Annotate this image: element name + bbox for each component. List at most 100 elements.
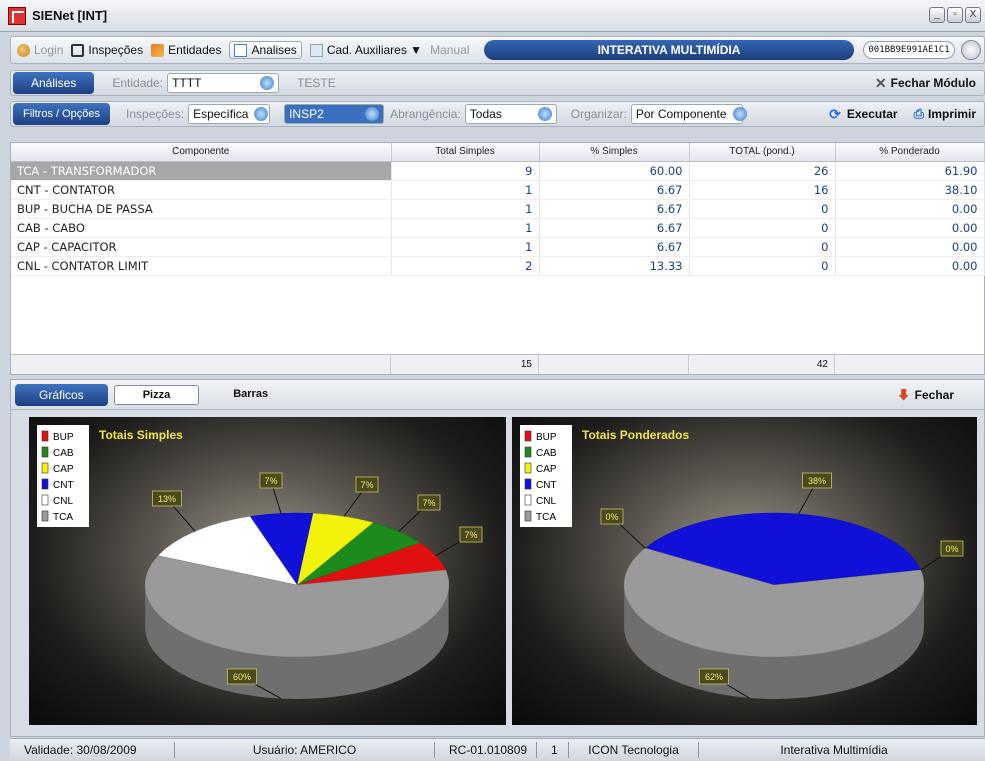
close-module-button[interactable]: ✕ Fechar Módulo: [875, 75, 976, 92]
table-row[interactable]: TCA - TRANSFORMADOR 9 60.00 26 61.90: [11, 161, 985, 181]
total-simples-sum: 15: [391, 355, 539, 374]
data-label: 60%: [233, 672, 251, 682]
close-charts-label: Fechar: [914, 387, 954, 402]
close-charts-button[interactable]: Fechar: [898, 387, 954, 402]
entities-icon: [151, 43, 165, 57]
inspection-code-select[interactable]: INSP2: [284, 104, 385, 124]
entity-value: TTTT: [172, 76, 202, 90]
cell-total-simples: 9: [391, 161, 540, 181]
data-label: 7%: [464, 530, 477, 540]
chart-title: Totais Ponderados: [582, 428, 689, 442]
data-label: 7%: [422, 498, 435, 508]
entity-name: TESTE: [297, 76, 336, 90]
legend-item: CAP: [536, 464, 557, 475]
legend-swatch: [41, 478, 49, 490]
status-company: ICON Tecnologia: [569, 742, 699, 758]
cell-pct-simples: 6.67: [539, 199, 690, 219]
analysis-button[interactable]: Analises: [229, 41, 302, 59]
entity-select[interactable]: TTTT: [167, 73, 280, 93]
table-row[interactable]: CNT - CONTATOR 1 6.67 16 38.10: [11, 180, 985, 200]
cell-pct-ponderado: 0.00: [835, 199, 985, 219]
pie-chart-ponderados-svg: BUP CAB CAP CNT CNL TCA Totais Ponderados 0% 38%…: [520, 425, 964, 699]
inspections-icon: [71, 43, 85, 57]
totals-row: 15 42: [11, 354, 984, 374]
maximize-button[interactable]: ▫: [947, 7, 963, 23]
status-validade: Validade: 30/08/2009: [10, 742, 175, 758]
cell-total-pond: 0: [689, 218, 836, 238]
pie-top: [623, 512, 925, 658]
legend-item: CAB: [53, 448, 74, 459]
status-page: 1: [537, 742, 569, 758]
tab-barras[interactable]: Barras: [205, 385, 296, 405]
status-code: RC-01.010809: [435, 742, 537, 758]
scope-select[interactable]: Todas: [464, 104, 557, 124]
title-bar: SIENet [INT] _ ▫ X: [0, 0, 985, 32]
charts-tabbar: Gráficos Pizza Barras Fechar: [11, 380, 984, 410]
organize-select[interactable]: Por Componente: [630, 104, 747, 124]
legend-swatch: [41, 510, 49, 522]
tab-graficos[interactable]: Gráficos: [15, 383, 108, 406]
legend-swatch: [524, 510, 532, 522]
legend-swatch: [524, 494, 532, 506]
col-header-pct-ponderado[interactable]: % Ponderado: [835, 143, 985, 162]
cell-component: CNT - CONTATOR: [11, 180, 392, 200]
status-product: Interativa Multimídia: [780, 743, 888, 757]
table-row[interactable]: BUP - BUCHA DE PASSA 1 6.67 0 0.00: [11, 199, 985, 219]
cell-component: CAB - CABO: [11, 218, 392, 238]
entities-button[interactable]: Entidades: [151, 43, 221, 57]
cell-pct-ponderado: 38.10: [835, 180, 985, 200]
entity-label: Entidade:: [112, 76, 164, 90]
col-header-total-pond[interactable]: TOTAL (pond.): [689, 143, 836, 162]
status-bar: Validade: 30/08/2009 Usuário: AMERICO RC…: [10, 738, 985, 761]
refresh-icon: ⟳: [829, 105, 841, 122]
pie-chart-ponderados: BUP CAB CAP CNT CNL TCA Totais Ponderados 0% 38%…: [512, 417, 977, 725]
dropdown-arrow-icon: [537, 107, 552, 121]
cell-total-simples: 1: [391, 237, 540, 257]
legend-item: CNL: [53, 496, 73, 507]
table-row[interactable]: CAP - CAPACITOR 1 6.67 0 0.00: [11, 237, 985, 257]
cell-component: CAP - CAPACITOR: [11, 237, 392, 257]
print-button[interactable]: ⎙ Imprimir: [914, 106, 976, 122]
legend-item: CNT: [536, 480, 557, 491]
product-banner: INTERATIVA MULTIMÍDIA: [484, 40, 854, 60]
charts-panel: Gráficos Pizza Barras Fechar BUP CAB CAP CN…: [10, 379, 985, 737]
tab-filters[interactable]: Filtros / Opções: [13, 103, 111, 125]
power-icon[interactable]: [961, 40, 981, 60]
legend-swatch: [524, 478, 532, 490]
cell-pct-ponderado: 0.00: [835, 237, 985, 257]
cell-total-pond: 26: [689, 161, 836, 181]
scope-value: Todas: [469, 107, 502, 121]
legend-item: CAB: [536, 448, 557, 459]
cell-pct-simples: 13.33: [539, 256, 690, 276]
inspections-select[interactable]: Específica: [188, 104, 271, 124]
tab-pizza[interactable]: Pizza: [113, 384, 200, 405]
print-icon: ⎙: [913, 106, 924, 121]
manual-button[interactable]: Manual: [430, 43, 469, 57]
totals-spacer: [539, 355, 689, 374]
legend-item: CNL: [536, 496, 556, 507]
table-header: Componente Total Simples % Simples TOTAL…: [11, 143, 985, 162]
results-grid: Componente Total Simples % Simples TOTAL…: [10, 142, 985, 375]
table-row[interactable]: CAB - CABO 1 6.67 0 0.00: [11, 218, 985, 238]
execute-button[interactable]: ⟳ Executar: [829, 106, 897, 123]
cell-total-pond: 0: [689, 256, 836, 276]
data-label: 0%: [945, 544, 958, 554]
legend-item: TCA: [536, 512, 556, 523]
tab-analises[interactable]: Análises: [13, 72, 95, 94]
results-table: Componente Total Simples % Simples TOTAL…: [11, 143, 985, 276]
cell-total-pond: 16: [689, 180, 836, 200]
col-header-pct-simples[interactable]: % Simples: [539, 143, 690, 162]
table-row[interactable]: CNL - CONTATOR LIMIT 2 13.33 0 0.00: [11, 256, 985, 276]
login-icon: [17, 43, 30, 57]
cell-total-simples: 1: [391, 218, 540, 238]
inspections-button[interactable]: Inspeções: [71, 43, 143, 57]
minimize-button[interactable]: _: [929, 7, 945, 23]
legend-swatch: [524, 446, 532, 458]
dropdown-arrow-icon: [254, 107, 269, 121]
aux-register-menu[interactable]: Cad. Auxiliares ▼: [309, 43, 422, 57]
col-header-total-simples[interactable]: Total Simples: [391, 143, 540, 162]
close-button[interactable]: X: [965, 7, 981, 23]
login-button[interactable]: Login: [17, 43, 63, 57]
col-header-component[interactable]: Componente: [11, 143, 392, 162]
dropdown-arrow-icon: [260, 76, 275, 90]
